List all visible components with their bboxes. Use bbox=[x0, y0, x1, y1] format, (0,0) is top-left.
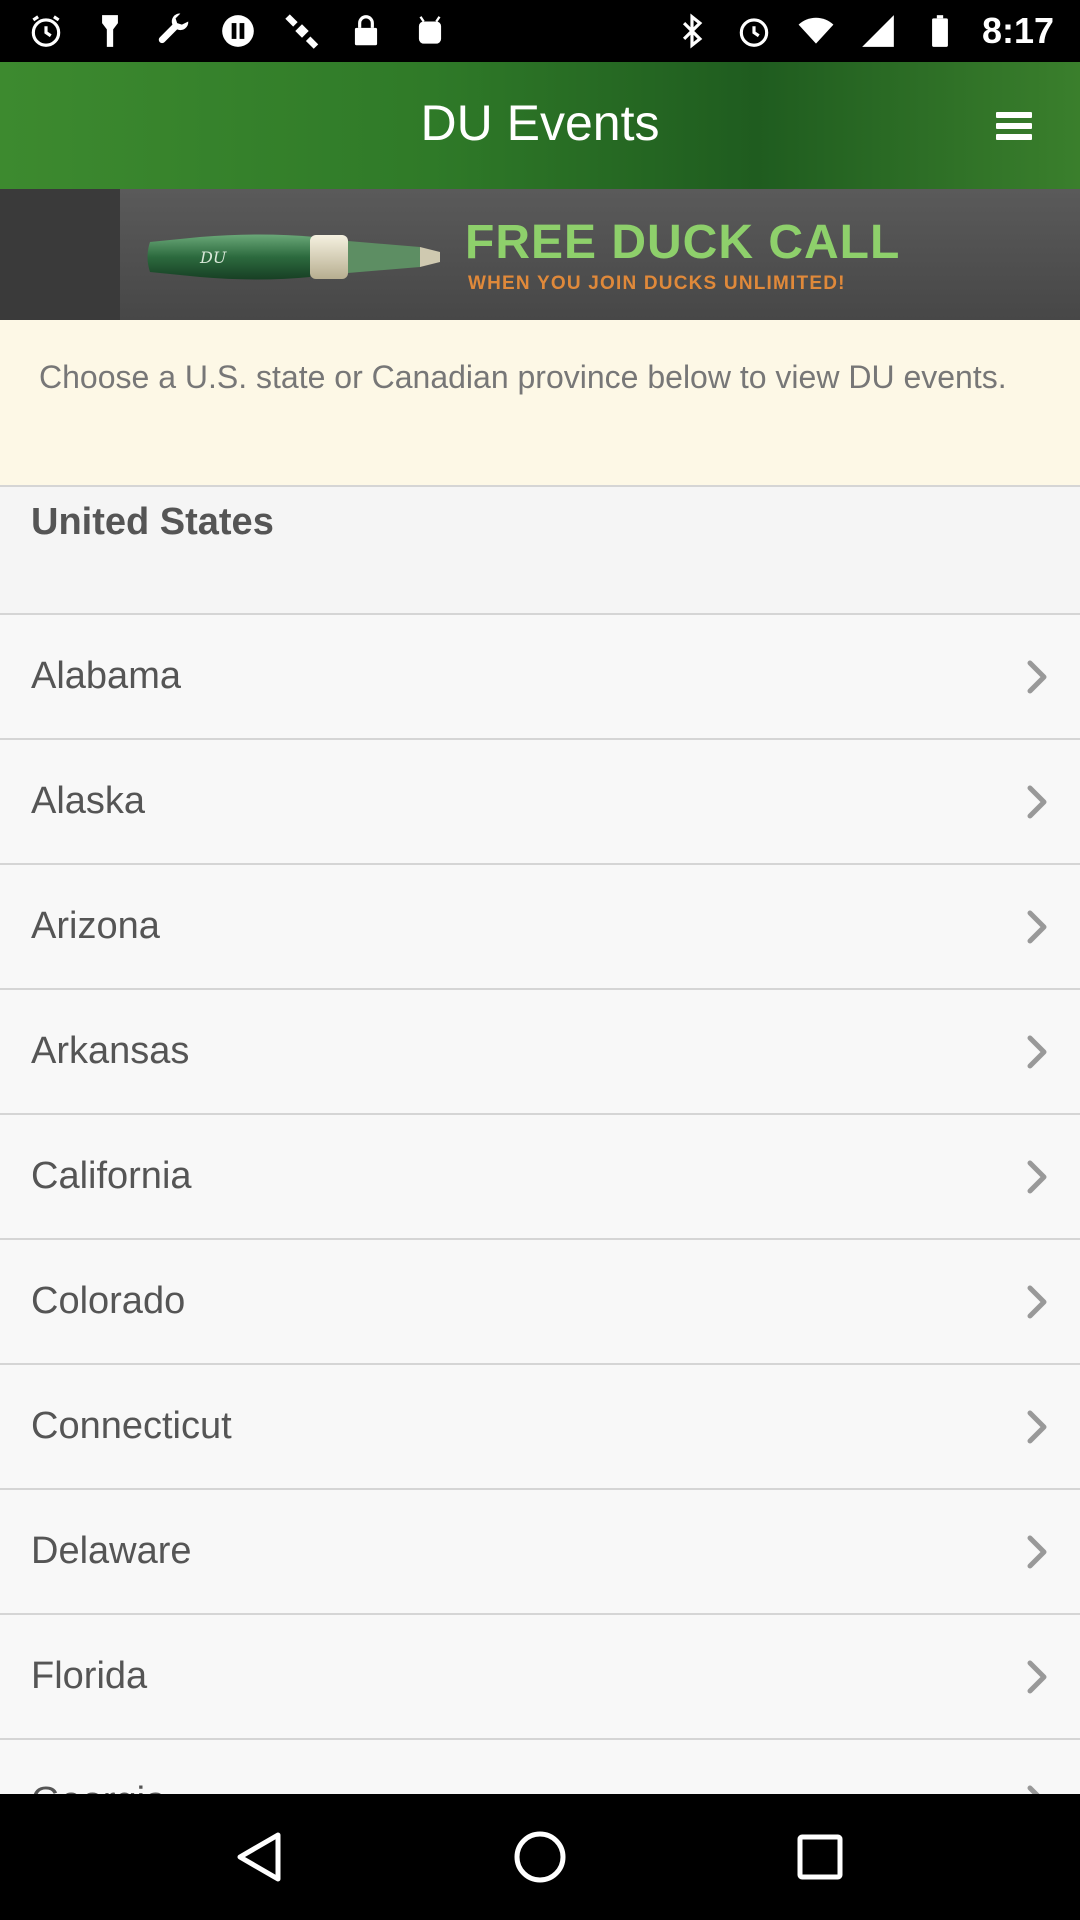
satellite-icon bbox=[282, 11, 322, 51]
list-item-california[interactable]: California bbox=[0, 1115, 1080, 1240]
list-item-label: Florida bbox=[31, 1655, 148, 1697]
ad-headline: FREE DUCK CALL bbox=[465, 216, 901, 269]
chevron-right-icon bbox=[1027, 1160, 1047, 1193]
list-item-label: Connecticut bbox=[31, 1405, 232, 1447]
system-nav-bar bbox=[0, 1794, 1080, 1920]
list-item-label: Arkansas bbox=[31, 1030, 190, 1072]
lock-icon bbox=[346, 11, 386, 51]
content-area[interactable]: Choose a U.S. state or Canadian province… bbox=[0, 320, 1080, 1794]
battery-icon bbox=[920, 11, 960, 51]
section-header: United States bbox=[0, 487, 1080, 615]
back-triangle-icon bbox=[237, 1832, 281, 1882]
chevron-right-icon bbox=[1027, 1285, 1047, 1318]
list-item-connecticut[interactable]: Connecticut bbox=[0, 1365, 1080, 1490]
back-button[interactable] bbox=[215, 1812, 305, 1902]
ad-banner[interactable]: DU FREE DUCK CALL WHEN YOU JOIN DUCKS UN… bbox=[0, 189, 1080, 320]
chevron-right-icon bbox=[1027, 1410, 1047, 1443]
status-right-icons: 8:17 bbox=[672, 10, 1080, 52]
list-item-label: California bbox=[31, 1155, 192, 1197]
signal-icon bbox=[858, 11, 898, 51]
chevron-right-icon bbox=[1027, 785, 1047, 818]
ad-content[interactable]: DU FREE DUCK CALL WHEN YOU JOIN DUCKS UN… bbox=[120, 189, 1080, 320]
status-time: 8:17 bbox=[981, 10, 1054, 51]
recents-button[interactable] bbox=[775, 1812, 865, 1902]
recents-square-icon bbox=[797, 1834, 843, 1880]
status-bar: 8:17 bbox=[0, 0, 1080, 62]
list-item-arizona[interactable]: Arizona bbox=[0, 865, 1080, 990]
chevron-right-icon bbox=[1027, 1785, 1041, 1794]
section-title: United States bbox=[31, 501, 274, 543]
list-item-alabama[interactable]: Alabama bbox=[0, 615, 1080, 740]
pause-icon bbox=[218, 11, 258, 51]
list-item-label: Colorado bbox=[31, 1280, 186, 1322]
list-item-label: Delaware bbox=[31, 1530, 192, 1572]
chevron-right-icon bbox=[1027, 1535, 1047, 1568]
chevron-right-icon bbox=[1027, 910, 1047, 943]
list-item-label: Alabama bbox=[31, 655, 181, 697]
chevron-right-icon bbox=[1027, 1035, 1047, 1068]
flashlight-icon bbox=[90, 11, 130, 51]
chevron-right-icon bbox=[1027, 1660, 1047, 1693]
home-circle-icon bbox=[514, 1831, 566, 1883]
alarm-icon bbox=[26, 11, 66, 51]
status-left-icons bbox=[0, 11, 450, 51]
app-header: DU Events bbox=[0, 62, 1080, 189]
bluetooth-icon bbox=[672, 11, 712, 51]
list-item-label: Georgia bbox=[31, 1780, 166, 1794]
menu-button[interactable] bbox=[988, 100, 1040, 152]
list-item-florida[interactable]: Florida bbox=[0, 1615, 1080, 1740]
list-item-label: Arizona bbox=[31, 905, 160, 947]
hamburger-menu-icon bbox=[996, 111, 1032, 140]
page-title: DU Events bbox=[420, 94, 660, 151]
list-item-colorado[interactable]: Colorado bbox=[0, 1240, 1080, 1365]
list-item-alaska[interactable]: Alaska bbox=[0, 740, 1080, 865]
state-list: Alabama Alaska Arizona Arkansas Californ… bbox=[0, 615, 1080, 1794]
alarm-icon bbox=[734, 11, 774, 51]
list-item-label: Alaska bbox=[31, 780, 146, 822]
duck-call-image: DU bbox=[147, 234, 440, 280]
intro-text: Choose a U.S. state or Canadian province… bbox=[0, 320, 1080, 487]
chevron-right-icon bbox=[1027, 660, 1047, 693]
list-item-georgia[interactable]: Georgia bbox=[0, 1740, 1080, 1794]
wifi-icon bbox=[796, 11, 836, 51]
android-icon bbox=[410, 11, 450, 51]
wrench-icon bbox=[154, 11, 194, 51]
ad-subline: WHEN YOU JOIN DUCKS UNLIMITED! bbox=[468, 273, 846, 294]
list-item-delaware[interactable]: Delaware bbox=[0, 1490, 1080, 1615]
home-button[interactable] bbox=[495, 1812, 585, 1902]
list-item-arkansas[interactable]: Arkansas bbox=[0, 990, 1080, 1115]
svg-text:DU: DU bbox=[199, 248, 227, 267]
